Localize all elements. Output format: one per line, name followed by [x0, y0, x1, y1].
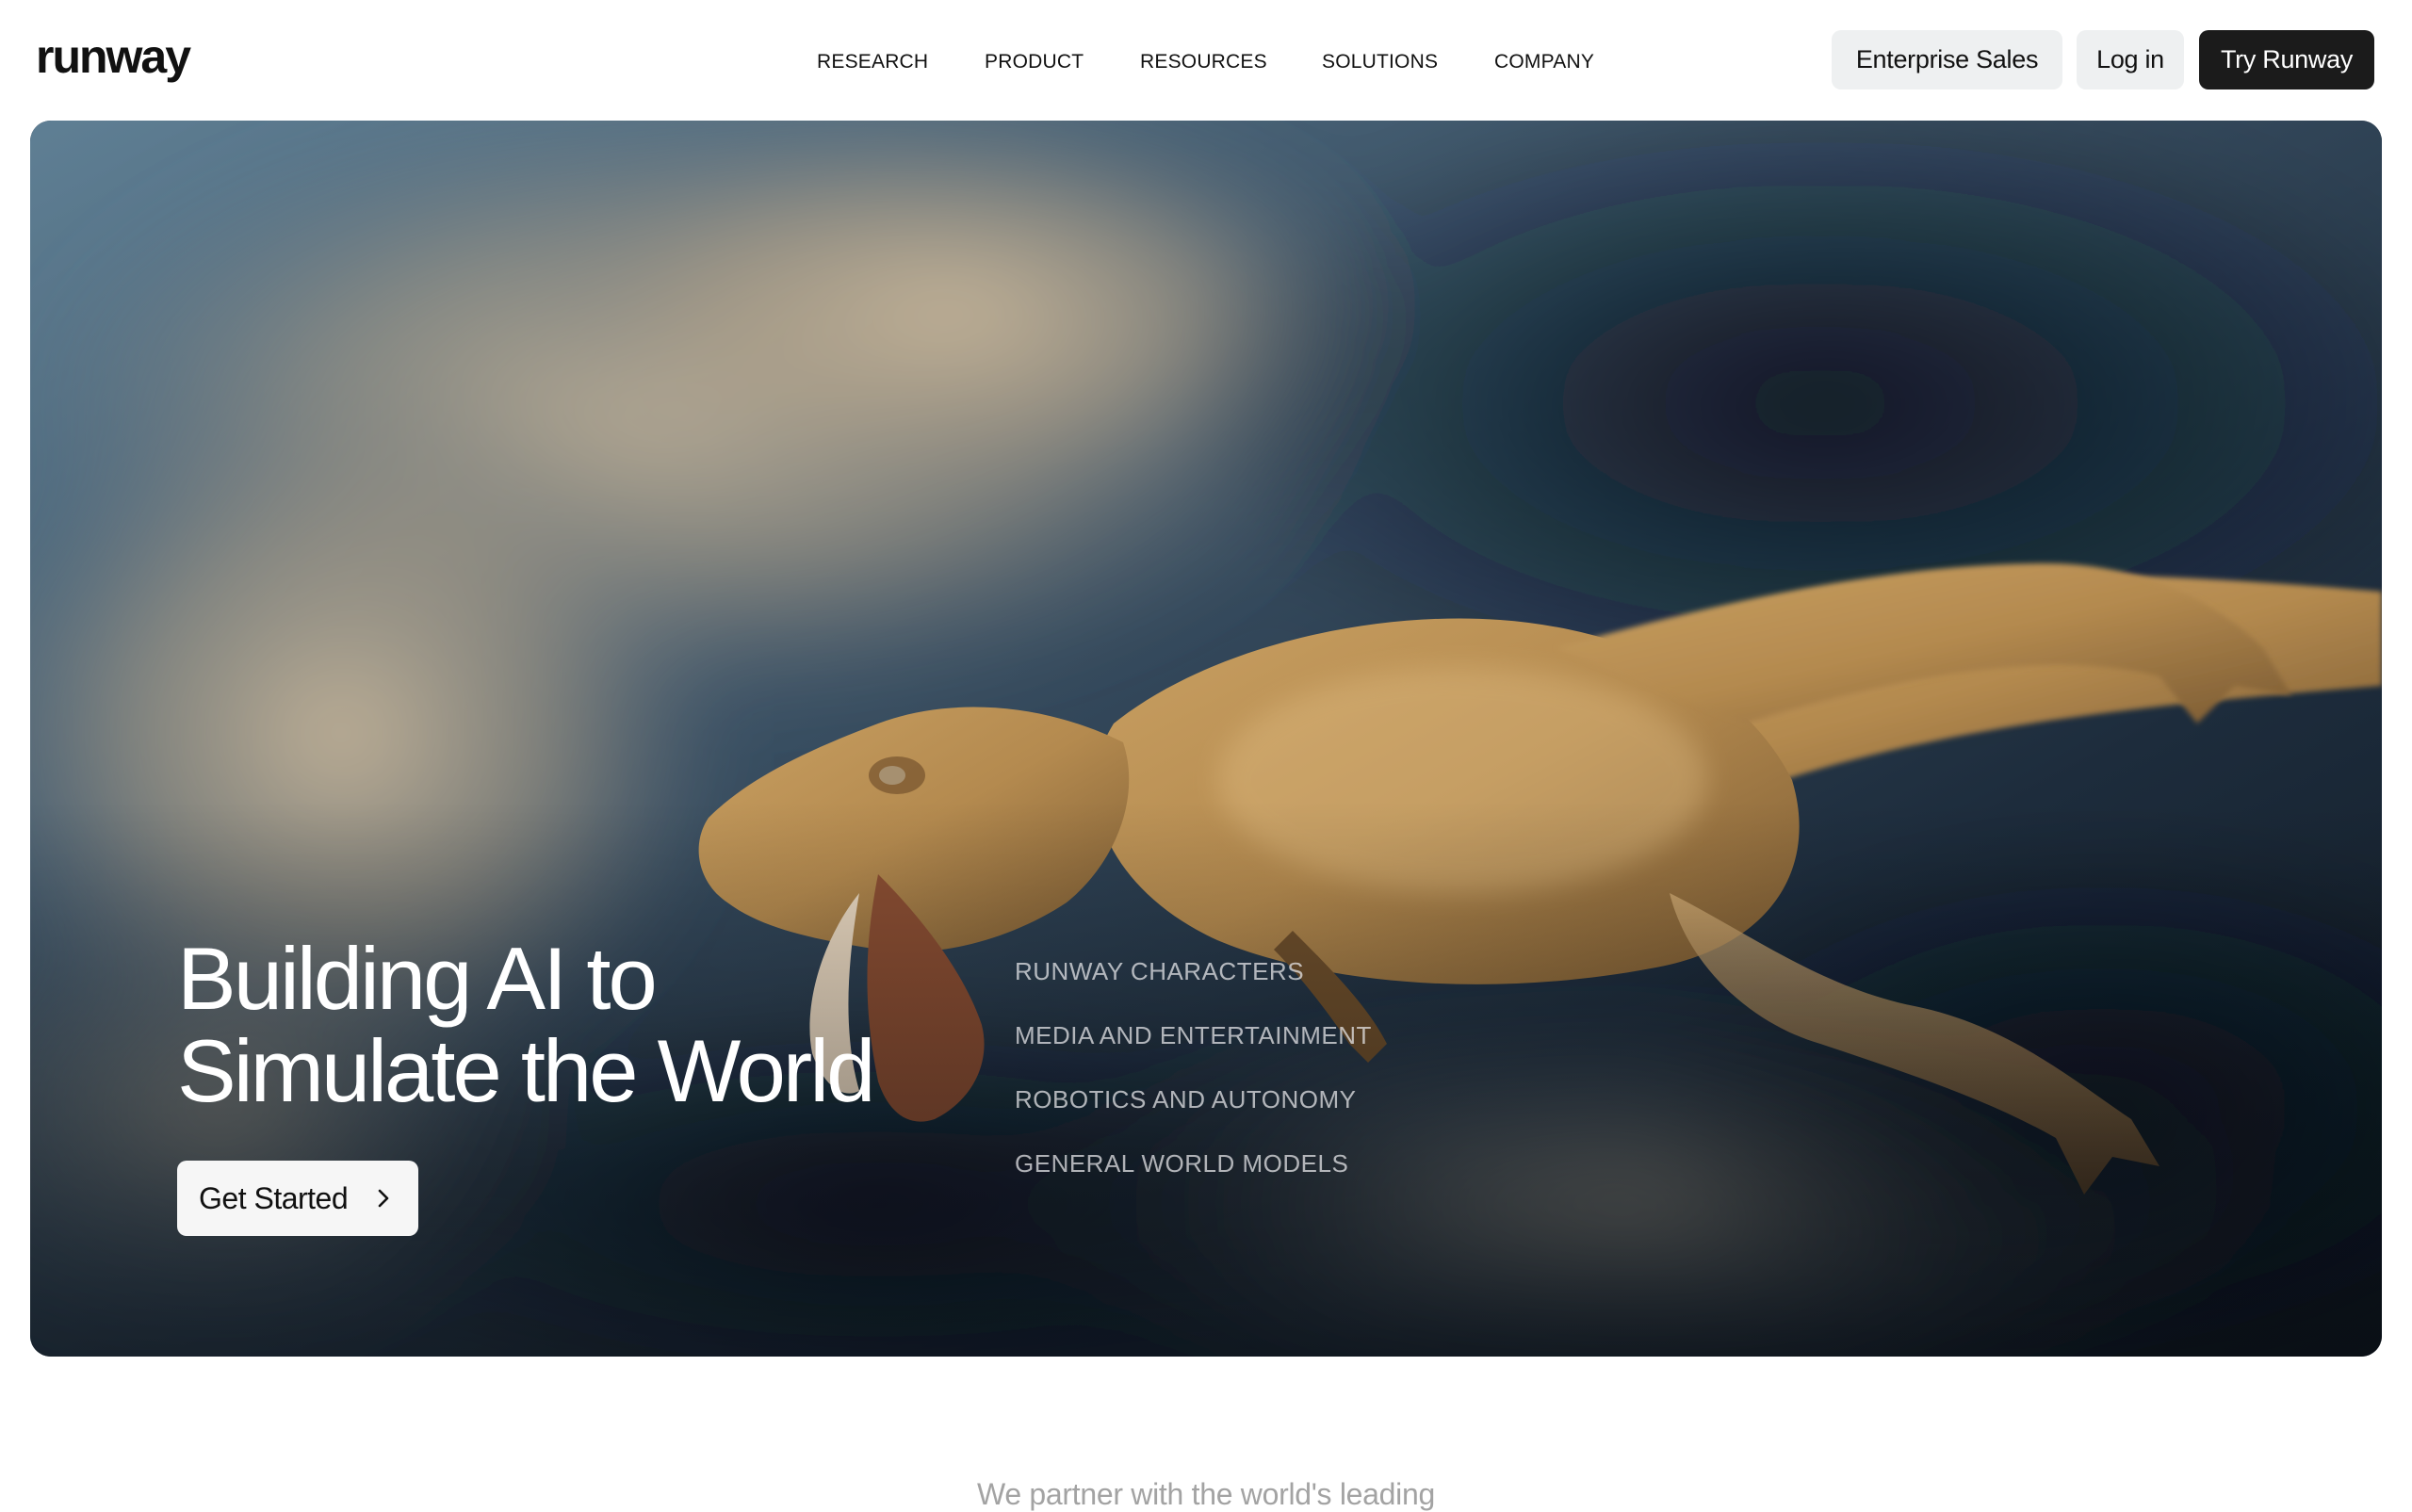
log-in-button[interactable]: Log in	[2077, 30, 2184, 89]
nav-item-research[interactable]: RESEARCH	[817, 49, 928, 75]
site-header: runway RESEARCH PRODUCT RESOURCES SOLUTI…	[0, 0, 2412, 121]
category-robotics-and-autonomy[interactable]: ROBOTICS AND AUTONOMY	[1015, 1083, 1357, 1115]
category-media-and-entertainment[interactable]: MEDIA AND ENTERTAINMENT	[1015, 1019, 1372, 1051]
chevron-right-icon	[378, 1189, 389, 1208]
nav-item-product[interactable]: PRODUCT	[985, 49, 1084, 75]
enterprise-sales-button[interactable]: Enterprise Sales	[1832, 30, 2062, 89]
nav-item-resources[interactable]: RESOURCES	[1140, 49, 1267, 75]
hero-section: Building AI to Simulate the World Get St…	[30, 121, 2382, 1357]
hero-title: Building AI to Simulate the World	[177, 933, 1025, 1117]
hero-title-line-1: Building AI to	[177, 929, 658, 1028]
get-started-label: Get Started	[199, 1181, 349, 1215]
nav-item-company[interactable]: COMPANY	[1494, 49, 1594, 75]
get-started-button[interactable]: Get Started	[177, 1161, 418, 1236]
nav-item-solutions[interactable]: SOLUTIONS	[1322, 49, 1438, 75]
category-general-world-models[interactable]: GENERAL WORLD MODELS	[1015, 1147, 1348, 1179]
category-runway-characters[interactable]: RUNWAY CHARACTERS	[1015, 955, 1304, 987]
try-runway-button[interactable]: Try Runway	[2199, 30, 2374, 89]
hero-title-line-2: Simulate the World	[177, 1021, 875, 1120]
partner-intro-text: We partner with the world's leading	[977, 1477, 1435, 1511]
